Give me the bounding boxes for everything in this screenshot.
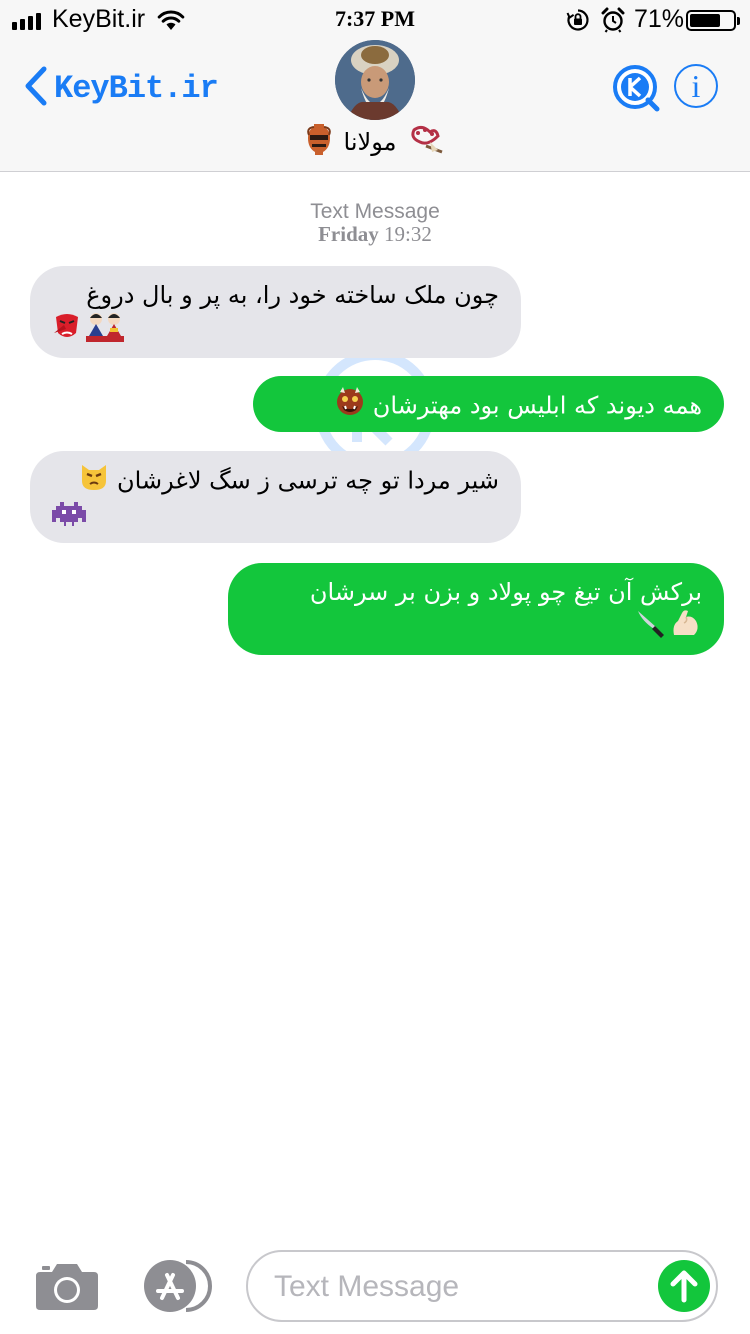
ogre-mask-emoji [335,386,365,427]
message-bubble-incoming[interactable]: چون ملک ساخته خود را، به پر و بال دروغ [30,266,521,358]
pouting-cat-emoji [79,461,109,502]
knife-emoji [634,607,666,650]
info-button[interactable]: i [674,64,718,108]
battery-icon [686,10,740,31]
message-text: چون ملک ساخته خود را، به پر و بال دروغ [86,281,499,309]
message-day: Friday [318,222,379,246]
back-button[interactable]: KeyBit.ir [24,66,219,110]
dolls-emoji [86,310,124,353]
battery-percent: 71% [634,5,685,33]
flexed-biceps-emoji [670,607,702,650]
amphora-emoji [306,122,332,162]
alarm-icon [601,7,625,39]
message-text: شیر مردا تو چه ترسی ز سگ لاغرشان [117,466,499,495]
keybit-logo-icon[interactable] [612,64,660,116]
message-bubble-incoming[interactable]: شیر مردا تو چه ترسی ز سگ لاغرشان [30,451,521,543]
app-store-icon [140,1260,212,1318]
contact-name-row[interactable]: مولانا [0,122,750,162]
message-text: همه دیوند که ابلیس بود مهترشان [372,391,702,420]
bouquet-emoji [408,124,444,160]
back-label: KeyBit.ir [54,69,219,107]
message-bubble-outgoing[interactable]: برکش آن تیغ چو پولاد و بزن بر سرشان [228,563,724,655]
alien-monster-emoji [52,500,86,539]
message-time: 19:32 [384,222,432,246]
tengu-mask-emoji [52,311,82,352]
message-service-label: Text Message [310,200,440,223]
send-arrow-icon [658,1270,710,1316]
message-input[interactable] [272,1266,646,1308]
app-store-button[interactable] [140,1258,212,1318]
battery-level [690,14,720,27]
camera-icon [34,1264,100,1316]
message-composer[interactable] [246,1250,718,1322]
contact-avatar[interactable] [335,40,415,120]
rotation-lock-icon [566,8,590,38]
chevron-left-icon [24,66,48,110]
conversation-header: KeyBit.ir مولانا i [0,40,750,172]
camera-button[interactable] [34,1262,100,1316]
message-text: برکش آن تیغ چو پولاد و بزن بر سرشان [309,578,702,606]
message-timestamp: Text Message Friday 19:32 [0,200,750,247]
contact-name: مولانا [343,128,397,156]
message-bubble-outgoing[interactable]: همه دیوند که ابلیس بود مهترشان [253,376,724,432]
send-button[interactable] [658,1260,710,1312]
info-icon: i [691,68,701,104]
status-bar: KeyBit.ir 7:37 PM 71% [0,0,750,40]
